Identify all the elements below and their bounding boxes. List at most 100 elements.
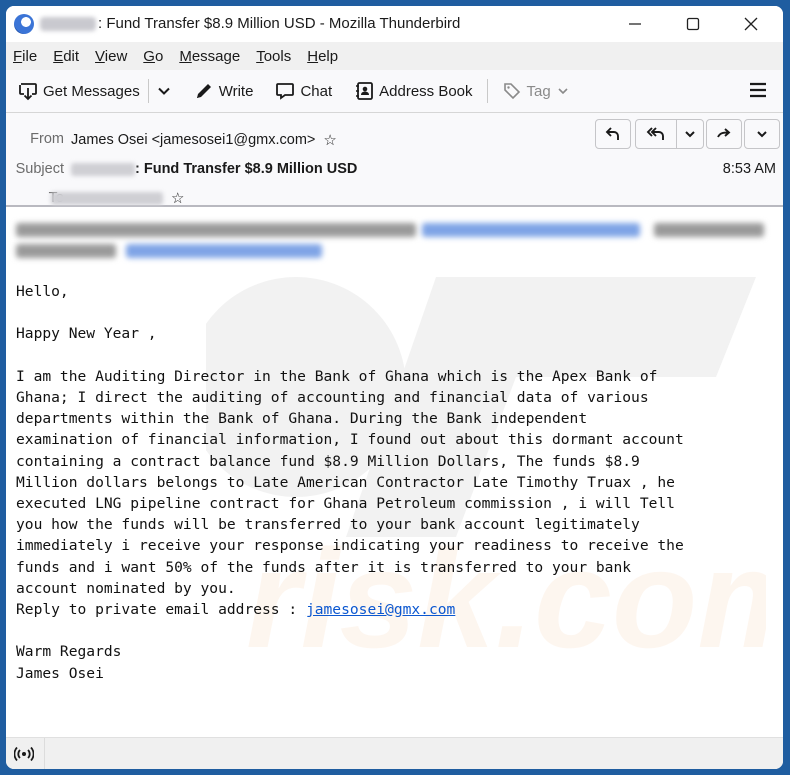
chat-icon [276, 83, 295, 100]
online-status-button[interactable] [13, 745, 35, 768]
menu-file[interactable]: File [13, 48, 37, 65]
closing: Warm Regards [16, 643, 122, 661]
menu-label: elp [318, 47, 339, 65]
forward-segment[interactable] [707, 120, 741, 148]
pencil-icon [196, 84, 211, 98]
tag-label: Tag [526, 82, 551, 100]
menu-accel: T [256, 47, 264, 65]
subject-value: : Fund Transfer $8.9 Million USD [135, 161, 358, 177]
menu-go[interactable]: Go [143, 48, 163, 65]
thunderbird-window: : Fund Transfer $8.9 Million USD - Mozil… [6, 6, 783, 769]
new-year-line: Happy New Year , [16, 325, 157, 343]
greeting: Hello, [16, 283, 69, 300]
close-icon [744, 17, 758, 31]
reply-prefix: Reply to private email address : [16, 601, 306, 619]
window-title: : Fund Transfer $8.9 Million USD - Mozil… [98, 15, 461, 32]
reply-all-icon [646, 127, 664, 140]
reply-segment[interactable] [596, 120, 630, 148]
chevron-down-icon [158, 87, 170, 95]
subject-field: : Fund Transfer $8.9 Million USD [71, 161, 357, 177]
chevron-down-icon [558, 88, 568, 95]
app-menu-button[interactable] [749, 82, 767, 103]
main-paragraph: I am the Auditing Director in the Bank o… [16, 367, 684, 597]
get-messages-icon [19, 83, 37, 101]
star-icon[interactable]: ☆ [171, 190, 184, 207]
signature: James Osei [16, 664, 104, 682]
menu-accel: H [307, 47, 319, 65]
title-redacted-prefix [40, 17, 96, 31]
get-messages-dropdown[interactable] [151, 76, 182, 106]
address-book-label: Address Book [379, 82, 473, 100]
blurred-preface-text [654, 223, 764, 237]
main-toolbar: Get Messages Write Chat Address Book Tag [6, 70, 783, 113]
menu-view[interactable]: View [95, 48, 127, 65]
blurred-preface-link[interactable] [126, 244, 322, 258]
blurred-preface-link[interactable] [422, 223, 640, 237]
chat-label: Chat [300, 82, 333, 100]
subject-label: Subject [15, 161, 64, 177]
hamburger-menu-icon [750, 82, 766, 98]
address-book-button[interactable]: Address Book [348, 76, 478, 106]
get-messages-label: Get Messages [43, 82, 140, 100]
blurred-preface-text [16, 244, 116, 258]
menu-help[interactable]: Help [307, 48, 338, 65]
blurred-preface-text [16, 223, 416, 237]
more-segment[interactable] [745, 120, 779, 148]
forward-button[interactable] [706, 119, 742, 149]
menu-bar: File Edit View Go Message Tools Help [6, 42, 783, 70]
menu-accel: V [95, 47, 105, 65]
maximize-icon [686, 17, 700, 31]
write-button[interactable]: Write [188, 76, 260, 106]
close-button[interactable] [728, 10, 774, 38]
maximize-button[interactable] [670, 10, 716, 38]
menu-label: dit [63, 47, 80, 65]
menu-accel: M [179, 47, 192, 65]
menu-accel: F [13, 47, 23, 65]
get-messages-button[interactable]: Get Messages [12, 76, 146, 106]
online-status-icon [13, 746, 35, 762]
more-actions-button[interactable] [744, 119, 780, 149]
reply-icon [605, 127, 619, 140]
from-field: James Osei <jamesosei1@gmx.com> ☆ [71, 131, 337, 149]
forward-icon [717, 128, 731, 138]
menu-label: ile [22, 47, 38, 65]
menu-tools[interactable]: Tools [256, 48, 291, 65]
menu-label: o [154, 47, 164, 65]
from-value[interactable]: James Osei <jamesosei1@gmx.com> [71, 132, 315, 148]
minimize-button[interactable] [612, 10, 658, 38]
title-bar: : Fund Transfer $8.9 Million USD - Mozil… [6, 6, 783, 42]
message-text: Hello, Happy New Year , I am the Auditin… [16, 281, 684, 684]
address-book-icon [356, 82, 374, 100]
status-separator [44, 738, 45, 769]
menu-label: iew [104, 47, 128, 65]
toolbar-separator [486, 79, 488, 103]
reply-all-button-group [635, 119, 704, 149]
tag-icon [503, 83, 520, 100]
message-body: risk.com Hello, Happy New Year , I am th… [6, 207, 783, 737]
to-field: ☆ [51, 189, 184, 207]
message-date: 8:53 AM [722, 161, 776, 177]
menu-label: ools [263, 47, 292, 65]
toolbar-separator [147, 79, 149, 103]
from-label: From [30, 131, 64, 147]
reply-all-button[interactable] [636, 120, 676, 148]
minimize-icon [629, 23, 641, 25]
menu-edit[interactable]: Edit [53, 48, 79, 65]
star-icon[interactable]: ☆ [323, 132, 336, 149]
subject-redacted-prefix [71, 162, 135, 176]
chevron-down-icon [685, 131, 695, 138]
reply-button[interactable] [595, 119, 631, 149]
chevron-down-icon [757, 131, 767, 138]
chat-button[interactable]: Chat [269, 76, 338, 106]
status-bar [6, 737, 783, 769]
to-redacted-value[interactable] [51, 191, 163, 205]
tag-button[interactable]: Tag [496, 76, 576, 106]
message-header: From James Osei <jamesosei1@gmx.com> ☆ S… [6, 113, 783, 207]
menu-accel: E [53, 47, 64, 65]
reply-email-link[interactable]: jamesosei@gmx.com [306, 601, 455, 618]
reply-all-dropdown[interactable] [676, 120, 703, 148]
menu-accel: G [143, 47, 155, 65]
menu-message[interactable]: Message [179, 48, 240, 65]
menu-label: essage [191, 47, 241, 65]
write-label: Write [218, 82, 254, 100]
